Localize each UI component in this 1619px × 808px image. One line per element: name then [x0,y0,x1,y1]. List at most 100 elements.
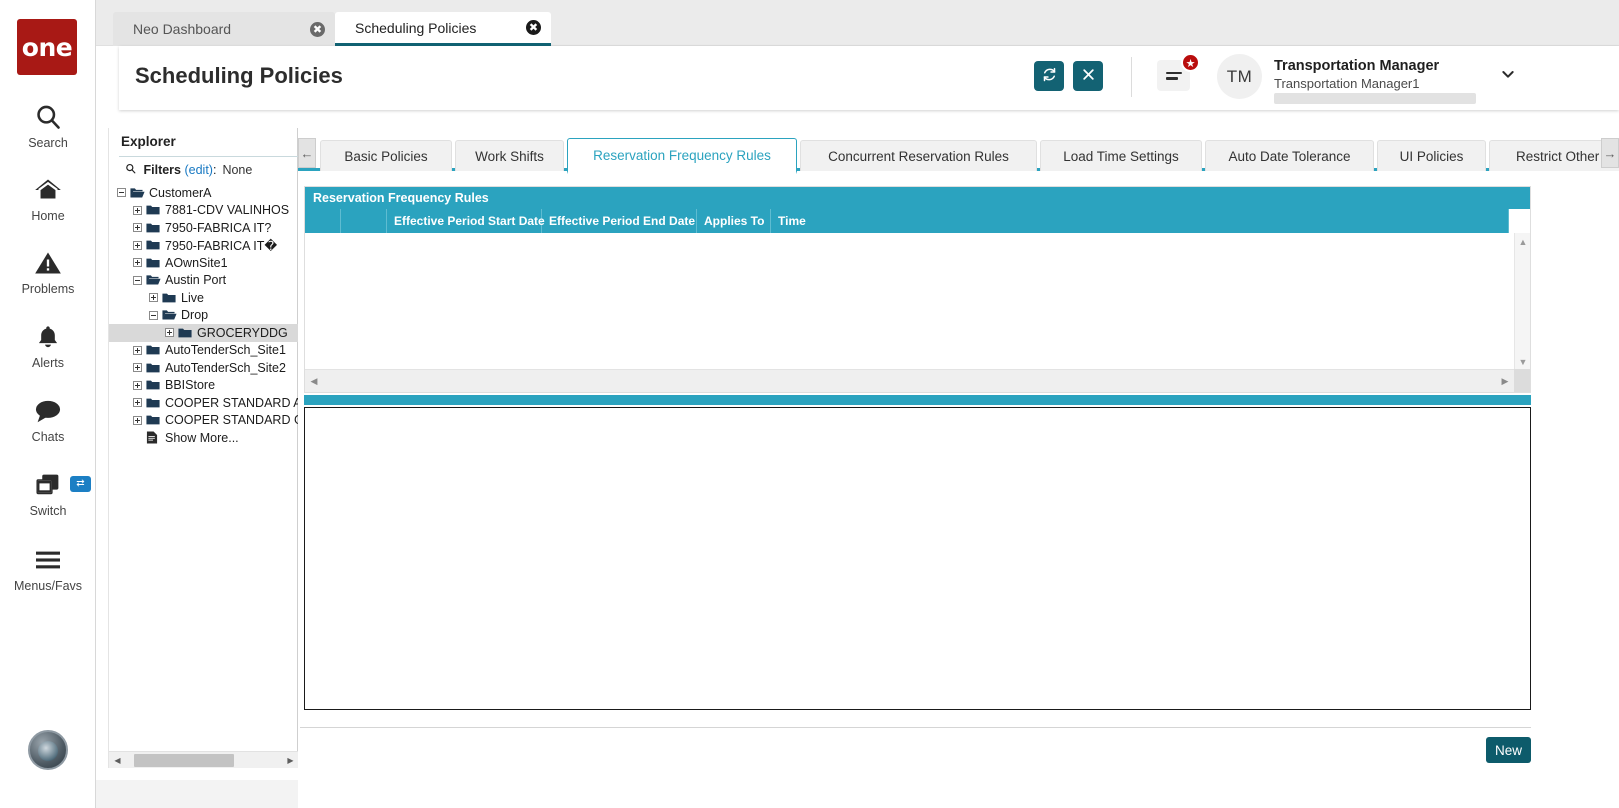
expand-icon[interactable] [133,363,142,373]
expand-icon[interactable] [165,328,174,338]
search-icon [0,100,96,134]
tree-node[interactable]: Show More... [109,429,299,447]
tree-node[interactable]: COOPER STANDARD GOLD [109,412,299,430]
tab-restrict-other-times[interactable]: Restrict Other Times [1489,140,1619,171]
one-logo[interactable]: one [17,19,77,75]
new-button[interactable]: New [1486,737,1531,763]
tree-node[interactable]: GROCERYDDG [109,324,299,342]
expand-icon[interactable] [133,415,142,425]
arrow-left-icon: ← [300,145,314,161]
folder-icon [146,362,161,374]
folder-icon [146,397,161,409]
grid-column-header[interactable]: Effective Period End Date [542,209,697,233]
tab-scroll-left-button[interactable]: ← [298,138,316,168]
expand-icon[interactable] [133,398,142,408]
user-menu-button[interactable] [1491,60,1524,91]
expand-icon[interactable] [133,223,142,233]
rail-item-chats[interactable]: Chats [0,394,96,444]
tree-node-label: COOPER STANDARD AGUA [165,395,299,410]
tab-label: UI Policies [1399,148,1464,164]
expand-icon[interactable] [133,240,142,250]
folder-icon [146,257,161,269]
explorer-tree: CustomerA 7881-CDV VALINHOS 7950-FABRICA I… [109,184,299,447]
expand-icon[interactable] [133,380,142,390]
folder-icon [178,327,193,339]
rail-label-search: Search [28,136,68,150]
rail-item-alerts[interactable]: Alerts [0,320,96,370]
tree-node[interactable]: Drop [109,307,299,325]
tree-node[interactable]: COOPER STANDARD AGUA [109,394,299,412]
tab-label: Load Time Settings [1063,148,1179,164]
grid-column-header[interactable]: Effective Period Start Date [387,209,545,233]
tab-reservation-frequency-rules[interactable]: Reservation Frequency Rules [567,138,797,174]
expand-icon[interactable] [133,205,142,215]
rail-item-home[interactable]: Home [0,173,96,223]
collapse-icon[interactable] [117,188,126,198]
page-header: Scheduling Policies ★ TM Transportation … [119,46,1619,110]
tab-concurrent-reservation-rules[interactable]: Concurrent Reservation Rules [800,140,1037,171]
refresh-button[interactable] [1034,61,1064,91]
scrollbar-thumb[interactable] [134,754,234,767]
grid-column-header[interactable] [305,209,341,233]
close-icon [1082,68,1095,84]
explorer-filters[interactable]: Filters (edit): None [125,163,252,177]
avatar[interactable]: TM [1217,54,1262,99]
scroll-down-icon[interactable]: ▼ [1515,355,1531,369]
tree-node-label: GROCERYDDG [197,325,288,340]
tab-auto-date-tolerance[interactable]: Auto Date Tolerance [1205,140,1374,171]
switch-toggle-badge[interactable]: ⇄ [70,476,91,492]
grid-column-header[interactable]: Time [771,209,1509,233]
user-avatar-photo[interactable] [28,730,68,770]
tree-node[interactable]: Live [109,289,299,307]
document-icon [146,431,161,444]
expand-icon[interactable] [133,258,142,268]
tree-node[interactable]: AutoTenderSch_Site2 [109,359,299,377]
bell-icon [0,320,96,354]
grid-column-header[interactable] [341,209,387,233]
tree-node[interactable]: 7950-FABRICA IT� [109,237,299,255]
tree-node[interactable]: Austin Port [109,272,299,290]
policy-tab-bar: ← → Basic Policies Work Shifts Reservation… [298,138,1619,174]
close-icon[interactable]: ✖ [310,21,325,37]
detail-panel[interactable] [304,407,1531,710]
tree-node[interactable]: 7950-FABRICA IT? [109,219,299,237]
browser-tab-neo-dashboard[interactable]: Neo Dashboard ✖ [113,12,335,46]
expand-icon[interactable] [133,345,142,355]
tab-ui-policies[interactable]: UI Policies [1377,140,1486,171]
folder-icon [146,344,161,356]
tab-basic-policies[interactable]: Basic Policies [320,140,452,171]
grid-column-header[interactable]: Applies To [697,209,771,233]
grid-column-label: Effective Period Start Date [394,214,545,228]
grid-body[interactable] [305,233,1509,371]
scroll-right-icon[interactable]: ▶ [284,752,297,769]
grid-vertical-scrollbar[interactable]: ▲ ▼ [1514,233,1530,371]
scroll-right-icon[interactable]: ▶ [1498,370,1512,392]
expand-icon[interactable] [149,293,158,303]
browser-tab-scheduling-policies[interactable]: Scheduling Policies ✖ [335,12,551,46]
rail-item-switch[interactable]: ⇄ Switch [0,468,96,518]
scroll-up-icon[interactable]: ▲ [1515,235,1531,249]
tree-node[interactable]: 7881-CDV VALINHOS [109,202,299,220]
tree-node[interactable]: AutoTenderSch_Site1 [109,342,299,360]
explorer-horizontal-scrollbar[interactable]: ◀ ▶ [109,751,299,768]
explorer-filters-edit-link[interactable]: (edit) [184,163,212,177]
tree-node[interactable]: AOwnSite1 [109,254,299,272]
tree-node[interactable]: CustomerA [109,184,299,202]
grid-horizontal-scrollbar[interactable]: ◀ ▶ [305,369,1530,392]
tab-load-time-settings[interactable]: Load Time Settings [1040,140,1202,171]
rail-item-search[interactable]: Search [0,100,96,150]
collapse-icon[interactable] [149,310,158,320]
rail-item-menus-favs[interactable]: Menus/Favs [0,543,96,593]
scroll-left-icon[interactable]: ◀ [111,752,124,769]
close-page-button[interactable] [1073,61,1103,91]
folder-icon [146,239,161,251]
tab-work-shifts[interactable]: Work Shifts [455,140,564,171]
close-icon[interactable]: ✖ [526,20,541,35]
scroll-left-icon[interactable]: ◀ [307,370,321,392]
status-badge[interactable]: ★ [1181,53,1200,72]
tab-scroll-right-button[interactable]: → [1601,138,1619,168]
tree-node[interactable]: BBIStore [109,377,299,395]
rail-item-problems[interactable]: Problems [0,246,96,296]
app-root: one Search Home Problems Alerts Chats ⇄ … [0,0,1619,808]
collapse-icon[interactable] [133,275,142,285]
